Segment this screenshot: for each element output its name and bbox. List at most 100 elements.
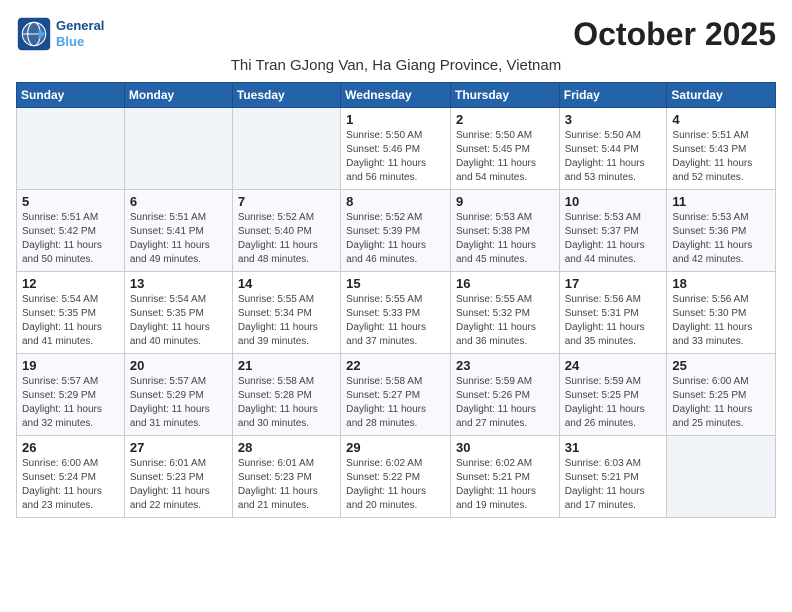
- calendar-cell: 2Sunrise: 5:50 AM Sunset: 5:45 PM Daylig…: [450, 108, 559, 190]
- calendar-cell: 27Sunrise: 6:01 AM Sunset: 5:23 PM Dayli…: [124, 436, 232, 518]
- month-title: October 2025: [573, 16, 776, 53]
- calendar-cell: 21Sunrise: 5:58 AM Sunset: 5:28 PM Dayli…: [232, 354, 340, 436]
- day-number: 19: [22, 358, 119, 373]
- calendar-cell: [667, 436, 776, 518]
- calendar-cell: 4 Sunrise: 5:51 AM Sunset: 5:43 PM Daylig…: [667, 108, 776, 190]
- week-row-5: 26 Sunrise: 6:00 AM Sunset: 5:24 PM Dayli…: [17, 436, 776, 518]
- calendar-cell: 24 Sunrise: 5:59 AM Sunset: 5:25 PM Dayli…: [559, 354, 667, 436]
- day-number: 13: [130, 276, 227, 291]
- calendar-cell: 22 Sunrise: 5:58 AM Sunset: 5:27 PM Dayli…: [341, 354, 451, 436]
- calendar-cell: 5Sunrise: 5:51 AM Sunset: 5:42 PM Daylig…: [17, 190, 125, 272]
- day-info: Sunrise: 5:50 AM Sunset: 5:46 PM Dayligh…: [346, 129, 445, 185]
- day-number: 25: [672, 358, 770, 373]
- calendar-cell: 23 Sunrise: 5:59 AM Sunset: 5:26 PM Dayli…: [450, 354, 559, 436]
- day-number: 31: [565, 440, 662, 455]
- day-info: Sunrise: 5:52 AM Sunset: 5:39 PM Dayligh…: [346, 211, 445, 267]
- day-info: Sunrise: 5:55 AM Sunset: 5:33 PM Dayligh…: [346, 293, 445, 349]
- day-info: Sunrise: 5:57 AM Sunset: 5:29 PM Dayligh…: [22, 375, 119, 431]
- calendar-cell: 17Sunrise: 5:56 AM Sunset: 5:31 PM Dayli…: [559, 272, 667, 354]
- day-number: 10: [565, 194, 662, 209]
- calendar-cell: 16 Sunrise: 5:55 AM Sunset: 5:32 PM Dayli…: [450, 272, 559, 354]
- day-info: Sunrise: 6:01 AM Sunset: 5:23 PM Dayligh…: [238, 457, 335, 513]
- calendar-body: 1 Sunrise: 5:50 AM Sunset: 5:46 PM Daylig…: [17, 108, 776, 518]
- calendar-cell: 26 Sunrise: 6:00 AM Sunset: 5:24 PM Dayli…: [17, 436, 125, 518]
- weekday-sunday: Sunday: [17, 83, 125, 108]
- day-info: Sunrise: 5:58 AM Sunset: 5:28 PM Dayligh…: [238, 375, 335, 431]
- week-row-2: 5Sunrise: 5:51 AM Sunset: 5:42 PM Daylig…: [17, 190, 776, 272]
- calendar-cell: 8 Sunrise: 5:52 AM Sunset: 5:39 PM Daylig…: [341, 190, 451, 272]
- calendar-cell: 13Sunrise: 5:54 AM Sunset: 5:35 PM Dayli…: [124, 272, 232, 354]
- day-number: 8: [346, 194, 445, 209]
- day-number: 22: [346, 358, 445, 373]
- calendar-cell: 18Sunrise: 5:56 AM Sunset: 5:30 PM Dayli…: [667, 272, 776, 354]
- calendar-cell: 1 Sunrise: 5:50 AM Sunset: 5:46 PM Daylig…: [341, 108, 451, 190]
- day-info: Sunrise: 5:50 AM Sunset: 5:45 PM Dayligh…: [456, 129, 554, 185]
- logo-text: General Blue: [56, 18, 104, 49]
- day-info: Sunrise: 5:51 AM Sunset: 5:43 PM Dayligh…: [672, 129, 770, 185]
- day-number: 26: [22, 440, 119, 455]
- calendar-cell: 11 Sunrise: 5:53 AM Sunset: 5:36 PM Dayli…: [667, 190, 776, 272]
- day-info: Sunrise: 5:58 AM Sunset: 5:27 PM Dayligh…: [346, 375, 445, 431]
- day-number: 29: [346, 440, 445, 455]
- day-info: Sunrise: 6:00 AM Sunset: 5:24 PM Dayligh…: [22, 457, 119, 513]
- day-info: Sunrise: 5:53 AM Sunset: 5:38 PM Dayligh…: [456, 211, 554, 267]
- week-row-1: 1 Sunrise: 5:50 AM Sunset: 5:46 PM Daylig…: [17, 108, 776, 190]
- logo-icon: [16, 16, 52, 52]
- calendar-cell: 15 Sunrise: 5:55 AM Sunset: 5:33 PM Dayli…: [341, 272, 451, 354]
- day-info: Sunrise: 6:02 AM Sunset: 5:22 PM Dayligh…: [346, 457, 445, 513]
- header: General Blue October 2025: [16, 16, 776, 53]
- calendar-cell: 20 Sunrise: 5:57 AM Sunset: 5:29 PM Dayli…: [124, 354, 232, 436]
- day-info: Sunrise: 5:52 AM Sunset: 5:40 PM Dayligh…: [238, 211, 335, 267]
- calendar-cell: [232, 108, 340, 190]
- calendar-cell: 7 Sunrise: 5:52 AM Sunset: 5:40 PM Daylig…: [232, 190, 340, 272]
- day-number: 20: [130, 358, 227, 373]
- day-number: 18: [672, 276, 770, 291]
- calendar-cell: 12Sunrise: 5:54 AM Sunset: 5:35 PM Dayli…: [17, 272, 125, 354]
- day-number: 15: [346, 276, 445, 291]
- day-number: 1: [346, 112, 445, 127]
- day-number: 24: [565, 358, 662, 373]
- calendar-cell: 28Sunrise: 6:01 AM Sunset: 5:23 PM Dayli…: [232, 436, 340, 518]
- calendar-cell: 19 Sunrise: 5:57 AM Sunset: 5:29 PM Dayli…: [17, 354, 125, 436]
- day-number: 23: [456, 358, 554, 373]
- day-info: Sunrise: 5:55 AM Sunset: 5:32 PM Dayligh…: [456, 293, 554, 349]
- weekday-tuesday: Tuesday: [232, 83, 340, 108]
- weekday-friday: Friday: [559, 83, 667, 108]
- day-info: Sunrise: 5:50 AM Sunset: 5:44 PM Dayligh…: [565, 129, 662, 185]
- weekday-thursday: Thursday: [450, 83, 559, 108]
- day-info: Sunrise: 5:53 AM Sunset: 5:36 PM Dayligh…: [672, 211, 770, 267]
- day-info: Sunrise: 6:02 AM Sunset: 5:21 PM Dayligh…: [456, 457, 554, 513]
- day-info: Sunrise: 6:03 AM Sunset: 5:21 PM Dayligh…: [565, 457, 662, 513]
- subtitle: Thi Tran GJong Van, Ha Giang Province, V…: [16, 57, 776, 74]
- calendar-cell: 9 Sunrise: 5:53 AM Sunset: 5:38 PM Daylig…: [450, 190, 559, 272]
- day-info: Sunrise: 5:54 AM Sunset: 5:35 PM Dayligh…: [22, 293, 119, 349]
- calendar-cell: 25 Sunrise: 6:00 AM Sunset: 5:25 PM Dayli…: [667, 354, 776, 436]
- weekday-wednesday: Wednesday: [341, 83, 451, 108]
- calendar-cell: 31 Sunrise: 6:03 AM Sunset: 5:21 PM Dayli…: [559, 436, 667, 518]
- calendar-cell: [17, 108, 125, 190]
- day-number: 7: [238, 194, 335, 209]
- weekday-monday: Monday: [124, 83, 232, 108]
- weekday-saturday: Saturday: [667, 83, 776, 108]
- day-number: 16: [456, 276, 554, 291]
- calendar-cell: 29 Sunrise: 6:02 AM Sunset: 5:22 PM Dayli…: [341, 436, 451, 518]
- day-number: 17: [565, 276, 662, 291]
- calendar-cell: 6Sunrise: 5:51 AM Sunset: 5:41 PM Daylig…: [124, 190, 232, 272]
- day-info: Sunrise: 5:59 AM Sunset: 5:26 PM Dayligh…: [456, 375, 554, 431]
- week-row-3: 12Sunrise: 5:54 AM Sunset: 5:35 PM Dayli…: [17, 272, 776, 354]
- day-info: Sunrise: 6:01 AM Sunset: 5:23 PM Dayligh…: [130, 457, 227, 513]
- day-number: 14: [238, 276, 335, 291]
- day-number: 3: [565, 112, 662, 127]
- day-number: 30: [456, 440, 554, 455]
- day-number: 11: [672, 194, 770, 209]
- calendar-cell: 10 Sunrise: 5:53 AM Sunset: 5:37 PM Dayli…: [559, 190, 667, 272]
- day-info: Sunrise: 5:51 AM Sunset: 5:42 PM Dayligh…: [22, 211, 119, 267]
- day-number: 4: [672, 112, 770, 127]
- day-info: Sunrise: 5:53 AM Sunset: 5:37 PM Dayligh…: [565, 211, 662, 267]
- day-info: Sunrise: 5:59 AM Sunset: 5:25 PM Dayligh…: [565, 375, 662, 431]
- day-info: Sunrise: 6:00 AM Sunset: 5:25 PM Dayligh…: [672, 375, 770, 431]
- calendar-cell: 14Sunrise: 5:55 AM Sunset: 5:34 PM Dayli…: [232, 272, 340, 354]
- day-info: Sunrise: 5:57 AM Sunset: 5:29 PM Dayligh…: [130, 375, 227, 431]
- week-row-4: 19 Sunrise: 5:57 AM Sunset: 5:29 PM Dayli…: [17, 354, 776, 436]
- day-number: 9: [456, 194, 554, 209]
